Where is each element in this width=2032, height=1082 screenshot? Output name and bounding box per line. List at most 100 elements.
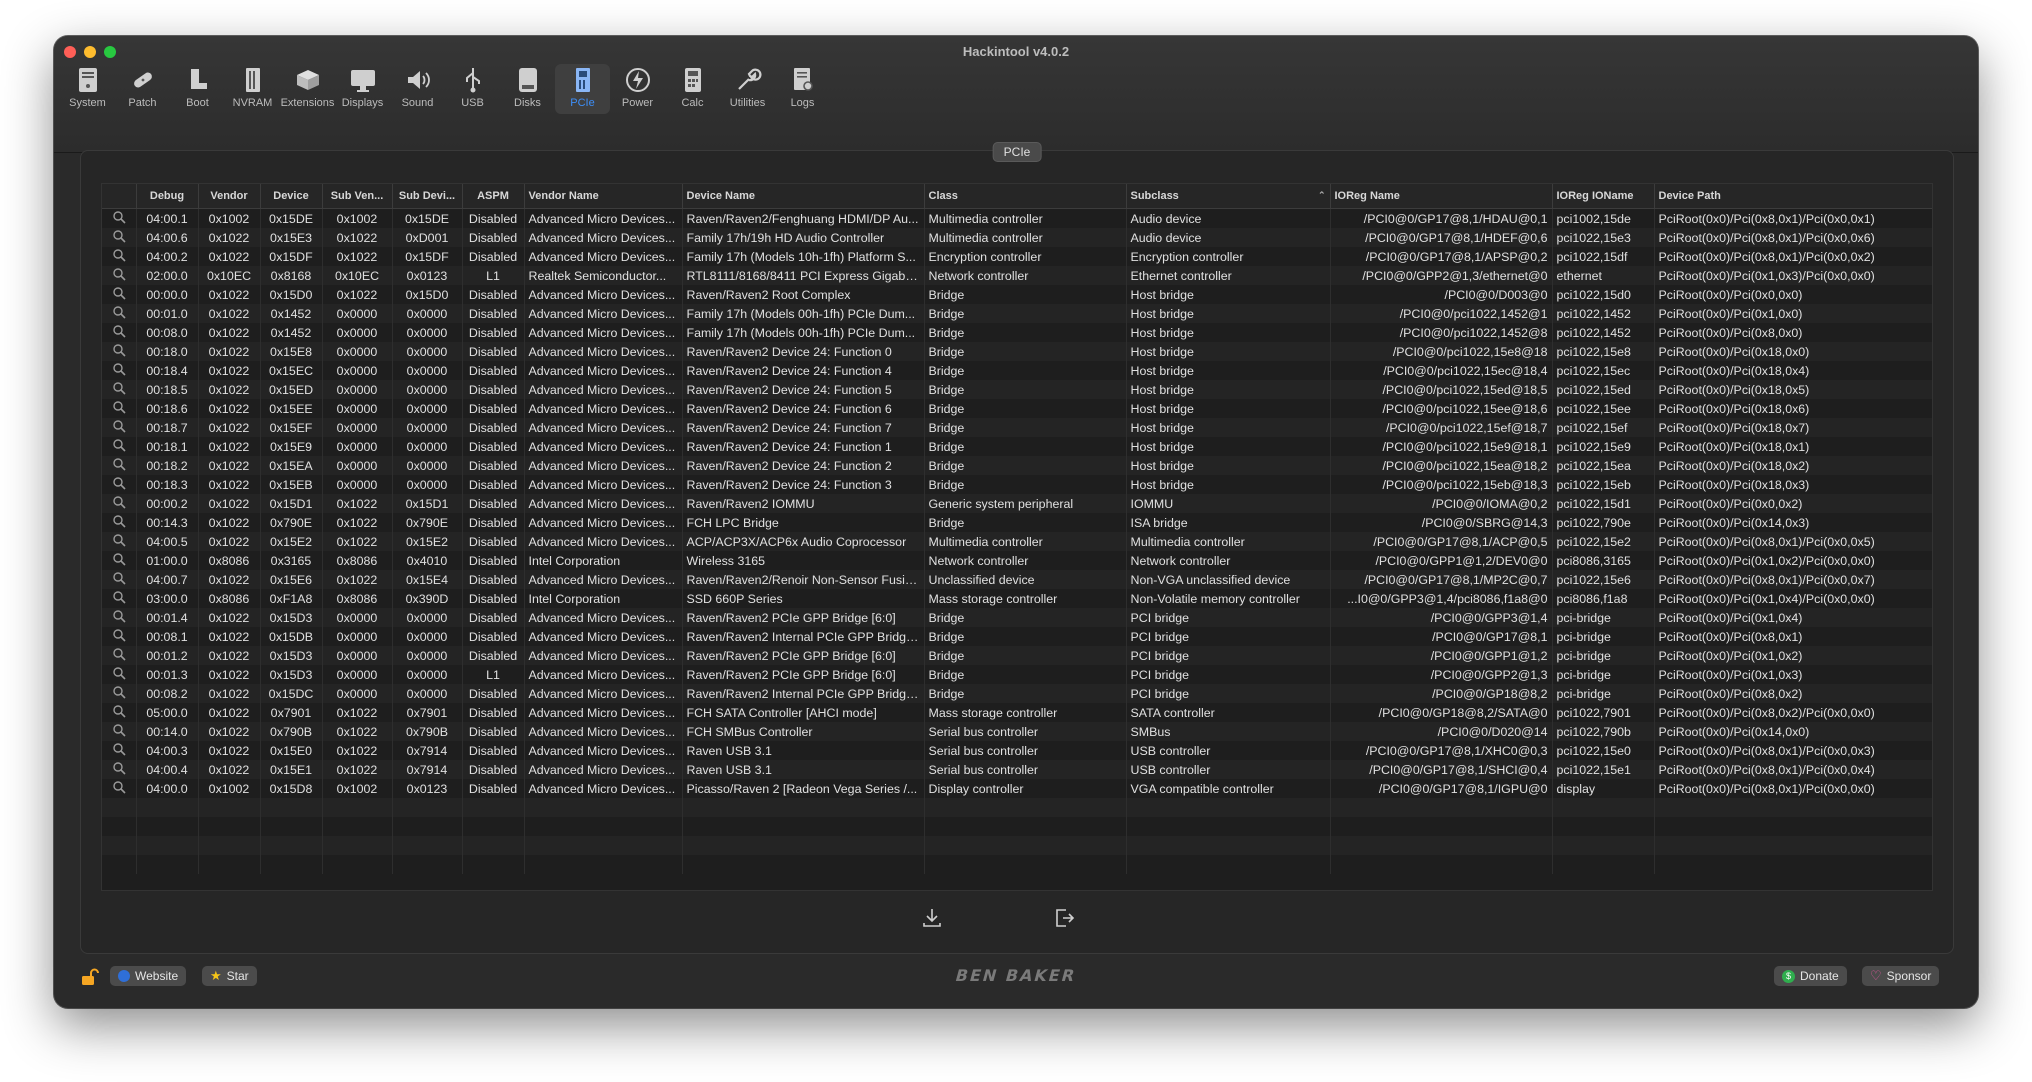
table-row[interactable]: 00:01.3 0x1022 0x15D3 0x0000 0x0000 L1 Advance…: [102, 665, 1932, 684]
table-row[interactable]: 04:00.7 0x1022 0x15E6 0x1022 0x15E4 Disabled A…: [102, 570, 1932, 589]
table-row[interactable]: 00:18.0 0x1022 0x15E8 0x0000 0x0000 Disabled A…: [102, 342, 1932, 361]
inspect-cell[interactable]: [102, 684, 137, 703]
tab-usb[interactable]: USB: [445, 64, 500, 114]
table-row[interactable]: 00:18.7 0x1022 0x15EF 0x0000 0x0000 Disabled A…: [102, 418, 1932, 437]
table-row[interactable]: 00:18.6 0x1022 0x15EE 0x0000 0x0000 Disabled A…: [102, 399, 1932, 418]
column-header[interactable]: Subclass ⌃: [1126, 184, 1331, 209]
website-button[interactable]: Website: [110, 966, 187, 986]
inspect-cell[interactable]: [102, 741, 137, 760]
inspect-cell[interactable]: [102, 361, 137, 380]
inspect-cell[interactable]: [102, 570, 137, 589]
table-row[interactable]: 00:01.2 0x1022 0x15D3 0x0000 0x0000 Disabled A…: [102, 646, 1932, 665]
inspect-cell[interactable]: [102, 589, 137, 608]
table-row[interactable]: 00:00.0 0x1022 0x15D0 0x1022 0x15D0 Disabled A…: [102, 285, 1932, 304]
table-row[interactable]: 00:01.4 0x1022 0x15D3 0x0000 0x0000 Disabled A…: [102, 608, 1932, 627]
column-header[interactable]: Class: [924, 184, 1127, 209]
tab-sound[interactable]: Sound: [390, 64, 445, 114]
inspect-cell[interactable]: [102, 266, 137, 285]
inspect-cell[interactable]: [102, 551, 137, 570]
table-row[interactable]: 01:00.0 0x8086 0x3165 0x8086 0x4010 Disabled I…: [102, 551, 1932, 570]
column-header[interactable]: ASPM: [462, 184, 525, 209]
inspect-cell[interactable]: [102, 342, 137, 361]
inspect-cell[interactable]: [102, 418, 137, 437]
column-header[interactable]: Vendor: [198, 184, 261, 209]
inspect-cell[interactable]: [102, 285, 137, 304]
column-header[interactable]: [102, 184, 137, 209]
donate-button[interactable]: $ Donate: [1774, 966, 1847, 986]
inspect-cell[interactable]: [102, 532, 137, 551]
tab-displays[interactable]: Displays: [335, 64, 390, 114]
inspect-cell[interactable]: [102, 247, 137, 266]
table-row[interactable]: 04:00.1 0x1002 0x15DE 0x1002 0x15DE Disabled A…: [102, 208, 1932, 228]
column-header[interactable]: Device Path: [1654, 184, 1932, 209]
tab-patch[interactable]: Patch: [115, 64, 170, 114]
sponsor-button[interactable]: ♡ Sponsor: [1862, 966, 1940, 986]
table-row[interactable]: 00:08.2 0x1022 0x15DC 0x0000 0x0000 Disabled A…: [102, 684, 1932, 703]
tab-utilities[interactable]: Utilities: [720, 64, 775, 114]
table-row[interactable]: 00:14.3 0x1022 0x790E 0x1022 0x790E Disabled A…: [102, 513, 1932, 532]
inspect-cell[interactable]: [102, 760, 137, 779]
tab-power[interactable]: Power: [610, 64, 665, 114]
tab-logs[interactable]: Logs: [775, 64, 830, 114]
table-row[interactable]: 00:08.1 0x1022 0x15DB 0x0000 0x0000 Disabled A…: [102, 627, 1932, 646]
inspect-cell[interactable]: [102, 779, 137, 798]
table-row[interactable]: 00:18.1 0x1022 0x15E9 0x0000 0x0000 Disabled A…: [102, 437, 1932, 456]
tab-disks[interactable]: Disks: [500, 64, 555, 114]
star-button[interactable]: ★ Star: [202, 966, 257, 986]
table-row[interactable]: 04:00.4 0x1022 0x15E1 0x1022 0x7914 Disabled A…: [102, 760, 1932, 779]
column-header[interactable]: IOReg IOName: [1552, 184, 1655, 209]
inspect-cell[interactable]: [102, 494, 137, 513]
tab-nvram[interactable]: NVRAM: [225, 64, 280, 114]
inspect-cell[interactable]: [102, 456, 137, 475]
lock-icon[interactable]: [80, 968, 100, 991]
inspect-cell[interactable]: [102, 722, 137, 741]
table-row[interactable]: 03:00.0 0x8086 0xF1A8 0x8086 0x390D Disabled I…: [102, 589, 1932, 608]
table-row[interactable]: 00:14.0 0x1022 0x790B 0x1022 0x790B Disabled A…: [102, 722, 1932, 741]
tab-extensions[interactable]: Extensions: [280, 64, 335, 114]
panel-tab[interactable]: PCIe: [992, 142, 1042, 162]
inspect-cell[interactable]: [102, 513, 137, 532]
inspect-cell[interactable]: [102, 323, 137, 342]
export-button[interactable]: [919, 905, 945, 931]
table-row[interactable]: 04:00.5 0x1022 0x15E2 0x1022 0x15E2 Disabled A…: [102, 532, 1932, 551]
table-row[interactable]: 00:18.4 0x1022 0x15EC 0x0000 0x0000 Disabled A…: [102, 361, 1932, 380]
inspect-cell[interactable]: [102, 646, 137, 665]
table-row[interactable]: 00:00.2 0x1022 0x15D1 0x1022 0x15D1 Disabled A…: [102, 494, 1932, 513]
table-row[interactable]: 00:18.3 0x1022 0x15EB 0x0000 0x0000 Disabled A…: [102, 475, 1932, 494]
inspect-cell[interactable]: [102, 304, 137, 323]
inspect-cell[interactable]: [102, 228, 137, 247]
tab-pcie[interactable]: PCIe: [555, 64, 610, 114]
table-row[interactable]: 00:18.5 0x1022 0x15ED 0x0000 0x0000 Disabled A…: [102, 380, 1932, 399]
column-header[interactable]: Vendor Name: [524, 184, 683, 209]
tab-calc[interactable]: Calc: [665, 64, 720, 114]
table-row[interactable]: 04:00.2 0x1022 0x15DF 0x1022 0x15DF Disabled A…: [102, 247, 1932, 266]
inspect-cell[interactable]: [102, 399, 137, 418]
inspect-cell[interactable]: [102, 627, 137, 646]
table-row[interactable]: 00:08.0 0x1022 0x1452 0x0000 0x0000 Disabled A…: [102, 323, 1932, 342]
open-export-button[interactable]: [1051, 905, 1077, 931]
table-row[interactable]: 05:00.0 0x1022 0x7901 0x1022 0x7901 Disabled A…: [102, 703, 1932, 722]
empty-cell: [1552, 836, 1655, 855]
inspect-cell[interactable]: [102, 437, 137, 456]
table-row[interactable]: 04:00.0 0x1002 0x15D8 0x1002 0x0123 Disabled A…: [102, 779, 1932, 798]
inspect-cell[interactable]: [102, 703, 137, 722]
table-row[interactable]: 00:18.2 0x1022 0x15EA 0x0000 0x0000 Disabled A…: [102, 456, 1932, 475]
inspect-cell[interactable]: [102, 380, 137, 399]
pcie-table-container[interactable]: Debug Vendor Device Sub Ven... Sub Devi... AS…: [101, 183, 1933, 891]
table-row[interactable]: 00:01.0 0x1022 0x1452 0x0000 0x0000 Disabled A…: [102, 304, 1932, 323]
inspect-cell[interactable]: [102, 665, 137, 684]
column-header[interactable]: Sub Ven...: [322, 184, 393, 209]
column-header[interactable]: Device: [260, 184, 323, 209]
column-header[interactable]: Debug: [136, 184, 199, 209]
table-row[interactable]: 04:00.3 0x1022 0x15E0 0x1022 0x7914 Disabled A…: [102, 741, 1932, 760]
table-row[interactable]: 02:00.0 0x10EC 0x8168 0x10EC 0x0123 L1 Realtek…: [102, 266, 1932, 285]
inspect-cell[interactable]: [102, 208, 137, 228]
table-row[interactable]: 04:00.6 0x1022 0x15E3 0x1022 0xD001 Disabled A…: [102, 228, 1932, 247]
column-header[interactable]: IOReg Name: [1330, 184, 1553, 209]
inspect-cell[interactable]: [102, 475, 137, 494]
column-header[interactable]: Sub Devi...: [392, 184, 463, 209]
column-header[interactable]: Device Name: [682, 184, 925, 209]
tab-boot[interactable]: Boot: [170, 64, 225, 114]
inspect-cell[interactable]: [102, 608, 137, 627]
tab-system[interactable]: System: [60, 64, 115, 114]
